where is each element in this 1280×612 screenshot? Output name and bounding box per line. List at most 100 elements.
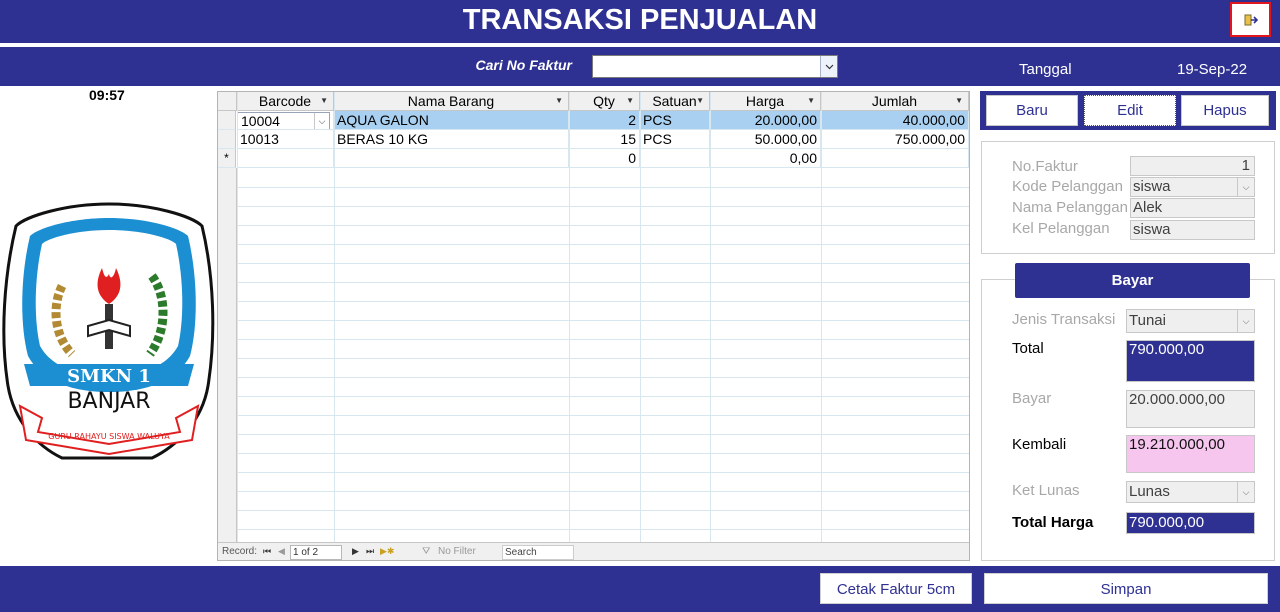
cell-nama-barang[interactable] xyxy=(334,149,569,168)
record-navigator: Record: ⏮ ◀ 1 of 2 ▶ ⏭ ▶✱ ⛛ No Filter Se… xyxy=(218,542,969,560)
action-button-bar: Baru Edit Hapus xyxy=(980,91,1276,130)
cell-nama-barang[interactable]: BERAS 10 KG xyxy=(334,130,569,149)
cell-satuan[interactable]: PCS xyxy=(640,111,710,130)
bayar-field[interactable]: 20.000.000,00 xyxy=(1126,390,1255,428)
nama-pelanggan-label: Nama Pelanggan xyxy=(1012,199,1128,216)
chevron-down-icon[interactable] xyxy=(820,56,837,77)
kel-pelanggan-label: Kel Pelanggan xyxy=(1012,220,1110,237)
col-header-barcode[interactable]: Barcode ▼ xyxy=(237,92,334,111)
new-record-row[interactable]: * 0 0,00 xyxy=(218,149,969,168)
chevron-down-icon[interactable]: ⌵ xyxy=(314,113,329,129)
no-filter-button[interactable]: No Filter xyxy=(438,546,476,557)
nama-pelanggan-field[interactable]: Alek xyxy=(1130,198,1255,218)
record-position-field[interactable]: 1 of 2 xyxy=(290,545,342,560)
school-logo-image: SMKN 1 BANJAR GURU RAHAYU SISWA WALUYA xyxy=(2,202,215,460)
kode-pelanggan-combo[interactable]: siswa ⌵ xyxy=(1130,177,1255,197)
grid-corner[interactable] xyxy=(218,92,237,111)
prev-record-icon[interactable]: ◀ xyxy=(278,546,285,557)
kel-pelanggan-field[interactable]: siswa xyxy=(1130,220,1255,240)
page-title: TRANSAKSI PENJUALAN xyxy=(462,4,818,36)
school-logo: SMKN 1 BANJAR GURU RAHAYU SISWA WALUYA xyxy=(2,196,216,464)
col-header-jumlah[interactable]: Jumlah ▼ xyxy=(821,92,969,111)
logo-motto-text: GURU RAHAYU SISWA WALUYA xyxy=(48,432,170,441)
grid-row-line xyxy=(218,225,969,226)
col-header-harga[interactable]: Harga ▼ xyxy=(710,92,821,111)
filter-icon: ⛛ xyxy=(422,546,431,557)
logo-city-text: BANJAR xyxy=(67,389,150,414)
exit-button[interactable] xyxy=(1230,2,1271,37)
row-selector-column xyxy=(218,168,237,542)
chevron-down-icon[interactable]: ⌵ xyxy=(1237,178,1254,196)
total-harga-field[interactable]: 790.000,00 xyxy=(1126,512,1255,534)
cell-barcode[interactable]: 10004 ⌵ xyxy=(237,111,334,130)
chevron-down-icon[interactable]: ⌵ xyxy=(1237,310,1254,332)
jenis-transaksi-label: Jenis Transaksi xyxy=(1012,311,1116,328)
search-label: Cari No Faktur xyxy=(475,57,572,73)
hapus-button[interactable]: Hapus xyxy=(1181,95,1269,126)
row-selector[interactable] xyxy=(218,130,236,149)
sort-arrow-icon[interactable]: ▼ xyxy=(626,92,634,110)
cell-harga[interactable]: 50.000,00 xyxy=(710,130,821,149)
grid-row-line xyxy=(218,453,969,454)
ket-lunas-label: Ket Lunas xyxy=(1012,482,1080,499)
row-selector[interactable] xyxy=(218,111,236,130)
no-faktur-label: No.Faktur xyxy=(1012,158,1078,175)
last-record-icon[interactable]: ⏭ xyxy=(366,546,374,557)
datasheet-search-input[interactable]: Search xyxy=(502,545,574,560)
chevron-down-icon[interactable]: ⌵ xyxy=(1237,482,1254,502)
barcode-combo[interactable]: 10004 ⌵ xyxy=(237,112,330,129)
cell-qty[interactable]: 2 xyxy=(569,111,640,130)
total-label: Total xyxy=(1012,340,1044,357)
cell-jumlah[interactable]: 750.000,00 xyxy=(821,130,969,149)
kembali-field[interactable]: 19.210.000,00 xyxy=(1126,435,1255,473)
grid-column-line xyxy=(334,92,335,542)
cell-qty[interactable]: 0 xyxy=(569,149,640,168)
exit-door-icon xyxy=(1244,14,1258,25)
cell-barcode[interactable]: 10013 xyxy=(237,130,334,149)
baru-button[interactable]: Baru xyxy=(986,95,1078,126)
first-record-icon[interactable]: ⏮ xyxy=(263,546,271,557)
cell-jumlah[interactable] xyxy=(821,149,969,168)
table-row[interactable]: 10004 ⌵ AQUA GALON 2 PCS 20.000,00 40.00… xyxy=(218,111,969,130)
total-harga-label: Total Harga xyxy=(1012,514,1094,531)
col-header-qty[interactable]: Qty ▼ xyxy=(569,92,640,111)
col-header-nama-barang[interactable]: Nama Barang ▼ xyxy=(334,92,569,111)
date-label: Tanggal xyxy=(1019,61,1072,78)
cell-harga[interactable]: 20.000,00 xyxy=(710,111,821,130)
sort-arrow-icon[interactable]: ▼ xyxy=(320,92,328,110)
grid-row-line xyxy=(218,358,969,359)
kode-pelanggan-label: Kode Pelanggan xyxy=(1012,178,1123,195)
cell-jumlah[interactable]: 40.000,00 xyxy=(821,111,969,130)
jenis-transaksi-combo[interactable]: Tunai ⌵ xyxy=(1126,309,1255,333)
grid-row-line xyxy=(218,396,969,397)
cell-nama-barang[interactable]: AQUA GALON xyxy=(334,111,569,130)
cell-satuan[interactable]: PCS xyxy=(640,130,710,149)
edit-button[interactable]: Edit xyxy=(1084,95,1176,126)
cetak-faktur-button[interactable]: Cetak Faktur 5cm xyxy=(820,573,972,604)
cell-barcode[interactable] xyxy=(237,149,334,168)
cell-qty[interactable]: 15 xyxy=(569,130,640,149)
total-field[interactable]: 790.000,00 xyxy=(1126,340,1255,382)
sort-arrow-icon[interactable]: ▼ xyxy=(696,92,704,110)
no-faktur-field[interactable]: 1 xyxy=(1130,156,1255,176)
cell-satuan[interactable] xyxy=(640,149,710,168)
ket-lunas-combo[interactable]: Lunas ⌵ xyxy=(1126,481,1255,503)
table-row[interactable]: 10013 BERAS 10 KG 15 PCS 50.000,00 750.0… xyxy=(218,130,969,149)
grid-column-line xyxy=(821,92,822,542)
logo-school-text: SMKN 1 xyxy=(67,366,151,387)
simpan-button[interactable]: Simpan xyxy=(984,573,1268,604)
col-header-satuan[interactable]: Satuan ▼ xyxy=(640,92,710,111)
search-invoice-combo[interactable] xyxy=(592,55,838,78)
cell-harga[interactable]: 0,00 xyxy=(710,149,821,168)
sort-arrow-icon[interactable]: ▼ xyxy=(555,92,563,110)
items-datasheet[interactable]: Barcode ▼ Nama Barang ▼ Qty ▼ Satuan ▼ Harga… xyxy=(217,91,970,561)
bayar-button[interactable]: Bayar xyxy=(1015,263,1250,298)
next-record-icon[interactable]: ▶ xyxy=(352,546,359,557)
new-record-marker[interactable]: * xyxy=(218,149,236,168)
grid-row-line xyxy=(218,472,969,473)
sort-arrow-icon[interactable]: ▼ xyxy=(807,92,815,110)
sort-arrow-icon[interactable]: ▼ xyxy=(955,92,963,110)
new-record-icon[interactable]: ▶✱ xyxy=(380,546,394,557)
date-value: 19-Sep-22 xyxy=(1177,61,1248,78)
grid-row-line xyxy=(218,301,969,302)
